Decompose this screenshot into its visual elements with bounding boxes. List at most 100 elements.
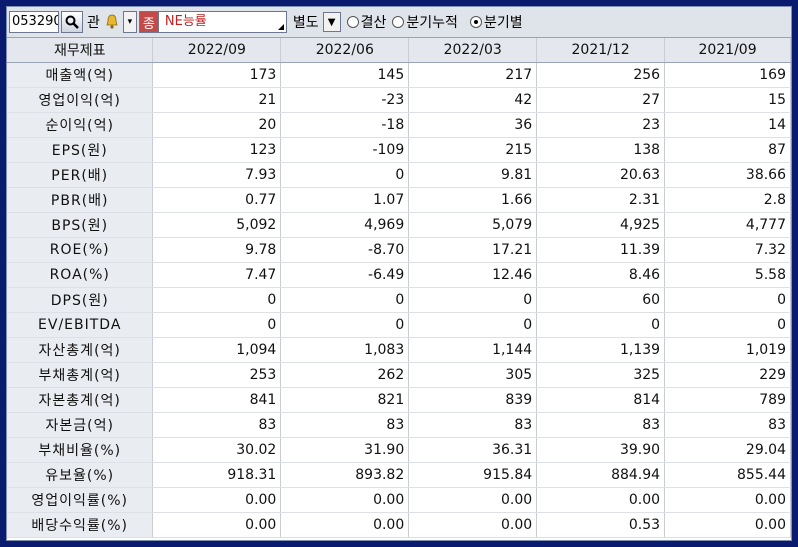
table-cell: 83 <box>664 412 791 438</box>
table-cell: 5.58 <box>664 262 791 288</box>
table-cell: 325 <box>536 362 666 388</box>
table-cell: 1,139 <box>536 337 666 363</box>
table-row[interactable]: 영업이익률(%) 0.00 0.00 0.00 0.00 0.00 <box>7 487 791 513</box>
table-row[interactable]: PER(배) 7.93 0 9.81 20.63 38.66 <box>7 162 791 188</box>
row-label: EV/EBITDA <box>7 312 154 338</box>
row-label: ROE(%) <box>7 237 154 263</box>
table-cell: 1.07 <box>280 187 410 213</box>
table-cell: 87 <box>664 137 791 163</box>
table-cell: 169 <box>664 62 791 88</box>
column-header[interactable]: 2022/09 <box>152 38 282 63</box>
table-cell: 0.00 <box>664 512 791 538</box>
radio-quarterly[interactable]: 분기별 <box>469 12 523 32</box>
table-row[interactable]: 자본금(억) 83 83 83 83 83 <box>7 412 791 438</box>
table-row[interactable]: 자본총계(억) 841 821 839 814 789 <box>7 387 791 413</box>
column-header[interactable]: 2022/03 <box>408 38 538 63</box>
stock-name-field[interactable]: NE능률 <box>158 11 287 33</box>
table-cell: 1,019 <box>664 337 791 363</box>
toolbar: 053290 관 ▾ 종 NE능률 별도 ▼ 결산 분기누적 분기별 <box>7 7 791 38</box>
table-cell: 5,092 <box>152 212 282 238</box>
row-label: PER(배) <box>7 162 154 188</box>
financial-table: 재무제표 2022/09 2022/06 2022/03 2021/12 202… <box>7 38 791 538</box>
table-cell: 83 <box>408 412 538 438</box>
table-row[interactable]: EPS(원) 123 -109 215 138 87 <box>7 137 791 163</box>
radio-quarter-cumulative[interactable]: 분기누적 <box>392 12 458 32</box>
alert-button[interactable] <box>102 11 122 33</box>
table-cell: 0.53 <box>536 512 666 538</box>
column-header[interactable]: 2022/06 <box>280 38 410 63</box>
table-row[interactable]: DPS(원) 0 0 0 60 0 <box>7 287 791 313</box>
radio-label: 결산 <box>360 15 387 31</box>
table-cell: 8.46 <box>536 262 666 288</box>
table-cell: 217 <box>408 62 538 88</box>
table-cell: 893.82 <box>280 462 410 488</box>
table-row[interactable]: 자산총계(억) 1,094 1,083 1,144 1,139 1,019 <box>7 337 791 363</box>
row-label: 유보율(%) <box>7 462 154 488</box>
table-row[interactable]: 매출액(억) 173 145 217 256 169 <box>7 62 791 88</box>
table-cell: 23 <box>536 112 666 138</box>
column-header[interactable]: 2021/12 <box>536 38 666 63</box>
table-row[interactable]: 배당수익률(%) 0.00 0.00 0.00 0.53 0.00 <box>7 512 791 538</box>
table-cell: 1,083 <box>280 337 410 363</box>
table-cell: 39.90 <box>536 437 666 463</box>
statement-type-dropdown[interactable]: ▼ <box>322 12 341 32</box>
table-cell: -23 <box>280 87 410 113</box>
jong-badge[interactable]: 종 <box>138 11 159 33</box>
column-header[interactable]: 2021/09 <box>664 38 791 63</box>
table-row[interactable]: BPS(원) 5,092 4,969 5,079 4,925 4,777 <box>7 212 791 238</box>
table-cell: 83 <box>536 412 666 438</box>
row-label: 자본총계(억) <box>7 387 154 413</box>
table-cell: 229 <box>664 362 791 388</box>
separate-label: 별도 <box>292 15 319 31</box>
table-cell: 123 <box>152 137 282 163</box>
table-cell: 215 <box>408 137 538 163</box>
table-header-row: 재무제표 2022/09 2022/06 2022/03 2021/12 202… <box>7 38 791 63</box>
table-cell: 0 <box>280 312 410 338</box>
radio-circle <box>392 16 405 28</box>
table-cell: 262 <box>280 362 410 388</box>
table-row[interactable]: 영업이익(억) 21 -23 42 27 15 <box>7 87 791 113</box>
table-row[interactable]: ROE(%) 9.78 -8.70 17.21 11.39 7.32 <box>7 237 791 263</box>
table-row[interactable]: PBR(배) 0.77 1.07 1.66 2.31 2.8 <box>7 187 791 213</box>
table-row[interactable]: 순이익(억) 20 -18 36 23 14 <box>7 112 791 138</box>
table-cell: 0.00 <box>152 512 282 538</box>
table-cell: -8.70 <box>280 237 410 263</box>
table-cell: 21 <box>152 87 282 113</box>
radio-label: 분기누적 <box>406 15 458 31</box>
table-cell: 2.8 <box>664 187 791 213</box>
table-row[interactable]: EV/EBITDA 0 0 0 0 0 <box>7 312 791 338</box>
table-cell: 36 <box>408 112 538 138</box>
table-cell: 9.78 <box>152 237 282 263</box>
table-cell: 0.00 <box>408 512 538 538</box>
resize-corner-icon <box>277 24 284 30</box>
table-row[interactable]: 부채비율(%) 30.02 31.90 36.31 39.90 29.04 <box>7 437 791 463</box>
table-cell: 17.21 <box>408 237 538 263</box>
table-row[interactable]: 부채총계(억) 253 262 305 325 229 <box>7 362 791 388</box>
gwan-label[interactable]: 관 <box>87 12 100 32</box>
radio-circle <box>346 16 359 28</box>
row-label: 부채비율(%) <box>7 437 154 463</box>
financial-summary-window: 053290 관 ▾ 종 NE능률 별도 ▼ 결산 분기누적 분기별 재무제표 … <box>6 6 792 541</box>
column-header: 재무제표 <box>7 38 154 63</box>
row-label: BPS(원) <box>7 212 154 238</box>
table-cell: 0.77 <box>152 187 282 213</box>
radio-label: 분기별 <box>483 15 523 31</box>
table-cell: 841 <box>152 387 282 413</box>
table-cell: 7.32 <box>664 237 791 263</box>
alert-dropdown[interactable]: ▾ <box>122 11 137 33</box>
stock-code-input[interactable]: 053290 <box>9 11 59 33</box>
table-cell: 173 <box>152 62 282 88</box>
table-cell: 0.00 <box>280 512 410 538</box>
table-row[interactable]: 유보율(%) 918.31 893.82 915.84 884.94 855.44 <box>7 462 791 488</box>
table-cell: 145 <box>280 62 410 88</box>
table-cell: 256 <box>536 62 666 88</box>
table-cell: 0.00 <box>152 487 282 513</box>
search-button[interactable] <box>61 11 83 33</box>
radio-circle-selected <box>469 16 482 28</box>
row-label: ROA(%) <box>7 262 154 288</box>
table-cell: 29.04 <box>664 437 791 463</box>
table-cell: 0.00 <box>408 487 538 513</box>
radio-annual[interactable]: 결산 <box>346 12 387 32</box>
row-label: EPS(원) <box>7 137 154 163</box>
table-row[interactable]: ROA(%) 7.47 -6.49 12.46 8.46 5.58 <box>7 262 791 288</box>
